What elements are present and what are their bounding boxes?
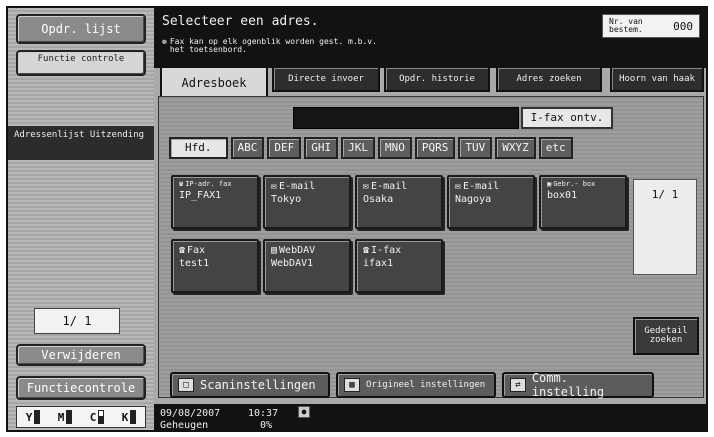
address-webdav1[interactable]: ▤ WebDAV WebDAV1 [263, 239, 351, 293]
index-tab-hfd[interactable]: Hfd. [169, 137, 228, 159]
address-name: IP_FAX1 [179, 190, 222, 201]
address-type: ✉ E-mail [455, 181, 500, 192]
address-tokyo[interactable]: ✉ E-mail Tokyo [263, 175, 351, 229]
index-tab-ghi[interactable]: GHI [304, 137, 339, 159]
destination-count: Nr. van bestem. 000 [602, 14, 700, 38]
envelope-icon: ✉ [363, 181, 370, 192]
scan-settings-button[interactable]: □ Scaninstellingen [170, 372, 330, 398]
tab-adresboek[interactable]: Adresboek [160, 66, 268, 98]
address-type: ☎ Fax [179, 245, 206, 256]
index-tab-mno[interactable]: MNO [378, 137, 412, 159]
address-osaka[interactable]: ✉ E-mail Osaka [355, 175, 443, 229]
box-icon: ▣ [547, 180, 552, 188]
address-name: Tokyo [271, 194, 302, 205]
index-tab-abc[interactable]: ABC [230, 137, 265, 159]
left-panel: Opdr. lijst Functie controle Adressenlij… [8, 8, 154, 430]
address-name: ifax1 [363, 258, 394, 269]
job-list-button[interactable]: Opdr. lijst [16, 14, 146, 44]
toner-k: K [122, 410, 137, 424]
address-name: WebDAV1 [271, 258, 314, 269]
toner-bar-icon [34, 410, 41, 424]
index-tab-tuv[interactable]: TUV [458, 137, 493, 159]
phone-icon: ☎ [179, 245, 186, 256]
toner-indicator: Y M C K [16, 406, 146, 428]
memory-label: Geheugen [160, 420, 209, 431]
toner-y: Y [26, 410, 41, 424]
comm-icon: ⇄ [510, 378, 526, 392]
index-tab-jkl[interactable]: JKL [341, 137, 375, 159]
address-name: Osaka [363, 194, 394, 205]
toner-bar-icon [98, 410, 105, 424]
left-section-label: Adressenlijst Uitzending [8, 126, 154, 160]
status-time: 10:37 [248, 408, 279, 419]
ifax-receive-button[interactable]: I-fax ontv. [521, 107, 613, 129]
status-date: 09/08/2007 [160, 408, 221, 419]
tab-hoorn-van-haak[interactable]: Hoorn van haak [610, 66, 704, 92]
address-name: Nagoya [455, 194, 492, 205]
address-box01[interactable]: ▣ Gebr.- box box01 [539, 175, 627, 229]
address-name: test1 [179, 258, 210, 269]
info-message: ❁ Fax kan op elk ogenblik worden gest. m… [162, 38, 377, 54]
memory-value: 0% [260, 420, 273, 431]
destination-count-value: 000 [673, 19, 693, 33]
toner-bar-icon [130, 410, 137, 424]
scan-settings-label: Scaninstellingen [200, 378, 316, 392]
page-title: Selecteer een adres. [162, 14, 319, 29]
address-test1[interactable]: ☎ Fax test1 [171, 239, 259, 293]
envelope-icon: ✉ [455, 181, 462, 192]
address-type: ▤ WebDAV [271, 245, 316, 256]
address-name: box01 [547, 190, 578, 201]
status-bar: 09/08/2007 10:37 ● Geheugen 0% [154, 404, 706, 431]
address-type: ▣ Gebr.- box [547, 180, 596, 188]
copier-screen: Opdr. lijst Functie controle Adressenlij… [6, 6, 708, 432]
index-tab-etc[interactable]: etc [538, 137, 573, 159]
address-type: ☎ IP-adr. fax [179, 180, 232, 188]
address-page-indicator: 1/ 1 [633, 179, 697, 275]
document-icon: ▤ [271, 245, 278, 256]
ifax-icon: ☎ [363, 245, 370, 256]
address-book-panel: I-fax ontv. Hfd. ABC DEF GHI JKL MNO PQR… [158, 96, 704, 398]
comm-settings-label: Comm. instelling [531, 371, 605, 399]
toner-c: C [90, 410, 105, 424]
toner-bar-icon [66, 410, 73, 424]
original-icon: ▦ [344, 378, 360, 392]
index-tab-pqrs[interactable]: PQRS [414, 137, 456, 159]
address-type: ✉ E-mail [271, 181, 316, 192]
info-message-line: het toetsenbord. [169, 45, 247, 54]
comm-settings-button[interactable]: ⇄ Comm. instelling [502, 371, 654, 399]
envelope-icon: ✉ [271, 181, 278, 192]
address-ifax1[interactable]: ☎ I-fax ifax1 [355, 239, 443, 293]
phone-icon: ☎ [179, 180, 184, 188]
scan-icon: □ [178, 378, 194, 392]
destination-count-label: Nr. van bestem. [609, 17, 643, 34]
index-tab-wxyz[interactable]: WXYZ [495, 137, 536, 159]
search-field[interactable] [293, 107, 519, 129]
tab-adres-zoeken[interactable]: Adres zoeken [496, 66, 602, 92]
header: Selecteer een adres. ❁ Fax kan op elk og… [154, 8, 706, 68]
original-settings-label: Origineel instellingen [366, 380, 486, 390]
delete-button[interactable]: Verwijderen [16, 344, 146, 366]
index-tab-def[interactable]: DEF [267, 137, 302, 159]
detail-search-button[interactable]: Gedetail zoeken [633, 317, 699, 355]
index-tabs: Hfd. ABC DEF GHI JKL MNO PQRS TUV WXYZ e… [169, 137, 573, 159]
address-type: ☎ I-fax [363, 245, 402, 256]
function-control-button[interactable]: Functiecontrole [16, 376, 146, 400]
status-icon: ● [298, 406, 310, 418]
original-settings-button[interactable]: ▦ Origineel instellingen [336, 372, 496, 398]
left-page-indicator: 1/ 1 [34, 308, 120, 334]
toner-m: M [58, 410, 73, 424]
address-nagoya[interactable]: ✉ E-mail Nagoya [447, 175, 535, 229]
function-check-button[interactable]: Functie controle [16, 50, 146, 76]
address-ip-fax1[interactable]: ☎ IP-adr. fax IP_FAX1 [171, 175, 259, 229]
info-icon: ❁ [162, 37, 167, 46]
tab-opdr-historie[interactable]: Opdr. historie [384, 66, 490, 92]
tab-directe-invoer[interactable]: Directe invoer [272, 66, 380, 92]
address-type: ✉ E-mail [363, 181, 408, 192]
